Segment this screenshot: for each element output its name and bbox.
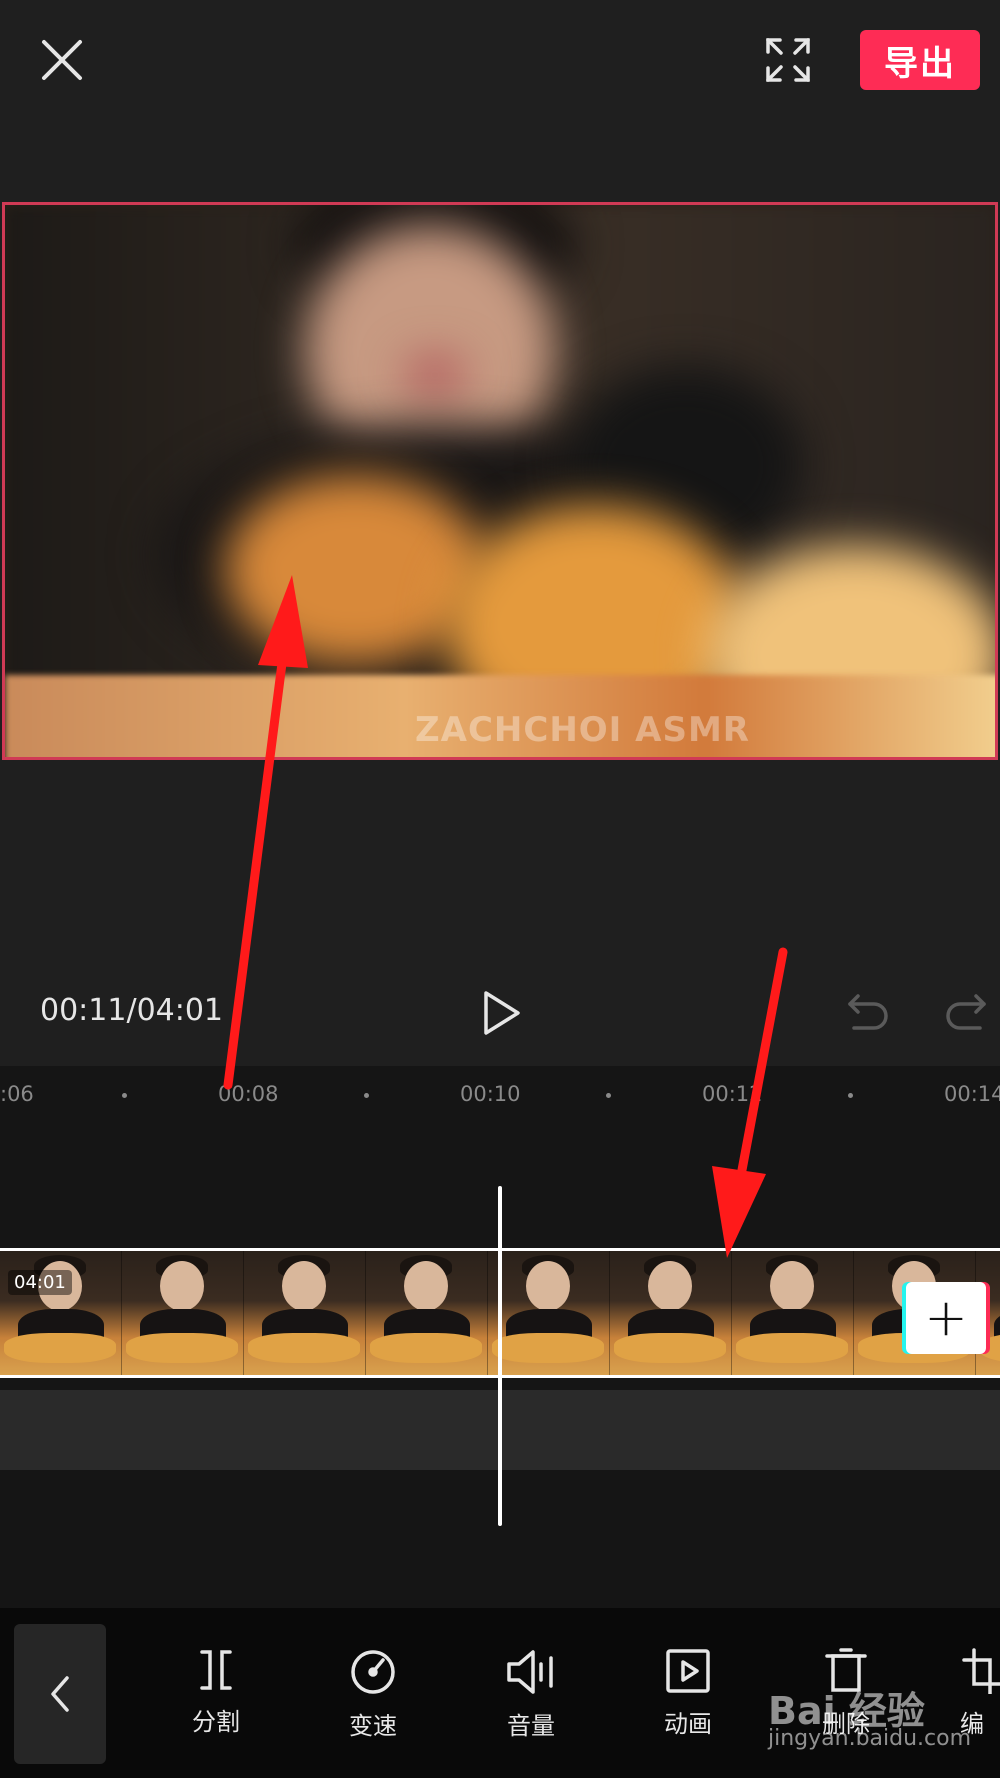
fullscreen-button[interactable]: [764, 36, 812, 84]
volume-icon: [507, 1650, 553, 1694]
close-button[interactable]: [36, 34, 88, 86]
timeline-dot: [606, 1093, 611, 1098]
close-icon: [42, 40, 82, 80]
tool-split[interactable]: 分割: [161, 1648, 271, 1737]
tool-label: 分割: [192, 1708, 240, 1736]
time-readout: 00:11/04:01: [40, 993, 224, 1028]
edit-icon: [962, 1648, 1000, 1694]
timeline-dot: [848, 1093, 853, 1098]
clip-thumbnail: [244, 1251, 366, 1375]
export-button[interactable]: 导出: [860, 30, 980, 90]
timeline-dot: [364, 1093, 369, 1098]
tool-label: 动画: [664, 1710, 712, 1738]
timeline-tick: :06: [0, 1082, 34, 1106]
video-preview[interactable]: ZACHCHOI ASMR: [2, 202, 998, 760]
tool-speed[interactable]: 变速: [318, 1648, 428, 1741]
fullscreen-icon: [766, 38, 810, 82]
tool-label: 变速: [349, 1712, 397, 1740]
timeline-tick: 00:12: [702, 1082, 763, 1106]
clip-thumbnail: [488, 1251, 610, 1375]
baidu-jingyan-url: jingyan.baidu.com: [768, 1726, 972, 1751]
play-icon: [484, 991, 520, 1035]
animation-icon: [666, 1649, 710, 1693]
timeline-tick: 00:10: [460, 1082, 521, 1106]
split-icon: [200, 1650, 232, 1690]
redo-button[interactable]: [944, 990, 988, 1034]
add-clip-button[interactable]: +: [906, 1282, 986, 1354]
undo-button[interactable]: [846, 990, 890, 1034]
playhead[interactable]: [498, 1186, 502, 1526]
timeline-tick: 00:14: [944, 1082, 1000, 1106]
clip-thumbnail: [366, 1251, 488, 1375]
clip-duration-badge: 04:01: [8, 1270, 72, 1295]
redo-icon: [946, 994, 986, 1030]
play-button[interactable]: [480, 988, 524, 1038]
clip-thumbnail: [732, 1251, 854, 1375]
plus-icon: +: [924, 1288, 968, 1348]
timeline-tick: 00:08: [218, 1082, 279, 1106]
toolbar-back-button[interactable]: [14, 1624, 106, 1764]
chevron-left-icon: [51, 1676, 69, 1712]
video-watermark: ZACHCHOI ASMR: [415, 710, 750, 750]
tool-label: 音量: [507, 1712, 555, 1740]
undo-icon: [848, 994, 888, 1030]
preview-mouth: [405, 355, 465, 395]
clip-thumbnail: [610, 1251, 732, 1375]
tool-animation[interactable]: 动画: [633, 1648, 743, 1739]
timeline-dot: [122, 1093, 127, 1098]
speed-icon: [351, 1650, 395, 1694]
clip-thumbnail: [122, 1251, 244, 1375]
tool-volume[interactable]: 音量: [476, 1648, 586, 1741]
